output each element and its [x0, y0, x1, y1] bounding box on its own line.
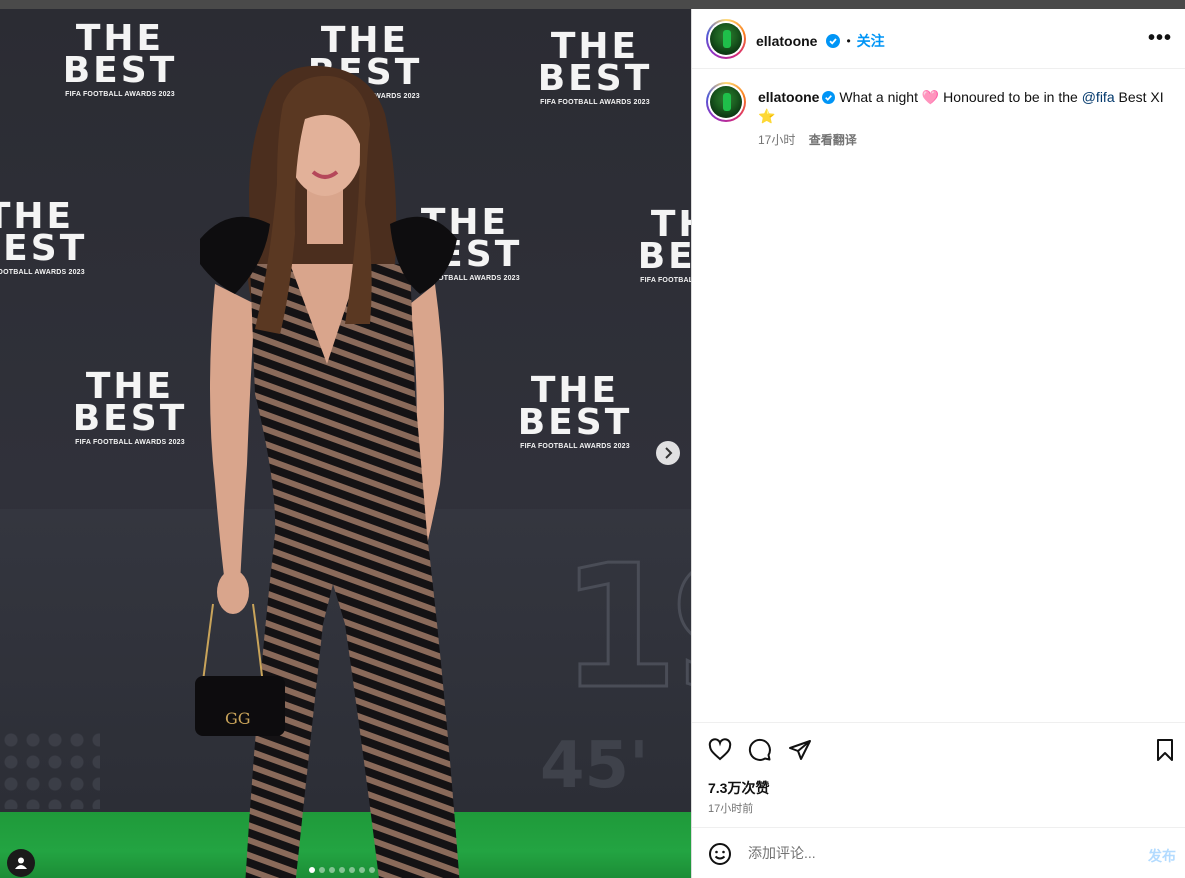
post-photo[interactable]: 19 45' THEBESTFIFA FOOTBALL AWARDS 2023 …: [0, 9, 691, 878]
caption-author-avatar[interactable]: [706, 82, 746, 122]
more-options-icon[interactable]: •••: [1148, 27, 1172, 50]
emoji-picker-icon[interactable]: [708, 842, 732, 866]
caption-text-end: Best XI: [1114, 89, 1164, 105]
the-best-logo: THEBESTFIFA FOOTBALL AWARDS 2023: [62, 18, 178, 99]
backdrop-number: 19: [559, 528, 691, 729]
comment-bar: 发布: [692, 827, 1185, 878]
carousel-dot: [309, 867, 315, 873]
post-caption: ellatoone What a night 🩷 Honoured to be …: [758, 88, 1168, 126]
like-heart-icon[interactable]: [708, 738, 732, 762]
author-avatar[interactable]: [706, 19, 746, 59]
the-best-logo: THEBESTFIFA FOOTBALL AWARDS 2023: [517, 370, 633, 451]
translate-link[interactable]: 查看翻译: [809, 133, 857, 147]
backdrop-small-number: 45': [540, 729, 649, 803]
user-tag-icon: [15, 857, 27, 869]
mention-link[interactable]: @fifa: [1082, 89, 1115, 105]
post-header: ellatoone • 关注 •••: [692, 9, 1185, 69]
backdrop-dots: [0, 729, 100, 809]
verified-badge-icon: [822, 91, 836, 104]
star-emoji: ⭐: [758, 108, 776, 124]
save-bookmark-icon[interactable]: [1154, 738, 1176, 762]
post-comment-button[interactable]: 发布: [1148, 846, 1176, 866]
window-top-bar: [0, 0, 1185, 9]
comment-input[interactable]: [748, 838, 1128, 868]
chevron-right-icon: [665, 447, 673, 459]
user-tag-button[interactable]: [7, 849, 35, 877]
post-timestamp[interactable]: 17小时前: [708, 800, 753, 816]
carousel-dot: [329, 867, 335, 873]
carousel-indicator: [309, 867, 375, 873]
carousel-dot: [339, 867, 345, 873]
the-best-logo: THEBESTFIFA FOOTBALL AWARDS 2023: [72, 366, 188, 447]
post-side-panel: ellatoone • 关注 ••• ellatoone What a nigh…: [691, 9, 1185, 878]
svg-text:GG: GG: [225, 709, 251, 728]
author-username[interactable]: ellatoone: [756, 33, 817, 49]
carousel-dot: [369, 867, 375, 873]
caption-time[interactable]: 17小时: [758, 133, 795, 147]
caption-username[interactable]: ellatoone: [758, 89, 819, 105]
next-photo-button[interactable]: [656, 441, 680, 465]
like-count[interactable]: 7.3万次赞: [708, 778, 769, 798]
post-actions: 7.3万次赞 17小时前: [692, 722, 1185, 827]
share-send-icon[interactable]: [788, 738, 812, 762]
carousel-dot: [319, 867, 325, 873]
comment-icon[interactable]: [748, 738, 772, 762]
caption-text: What a night 🩷 Honoured to be in the: [839, 89, 1082, 105]
header-separator: •: [846, 34, 851, 48]
the-best-logo: THEBESTFIFA FOOTBALL AWARDS 2023: [0, 196, 88, 277]
the-best-logo: THEBESTFIFA FOOTBALL AWARDS 2023: [537, 26, 653, 107]
the-best-logo: THEBESTFIFA FOOTBALL AWARDS 2023: [637, 204, 691, 285]
verified-badge-icon: [826, 34, 841, 48]
carousel-dot: [349, 867, 355, 873]
woman-in-black-jumpsuit: GG: [195, 65, 460, 878]
follow-button[interactable]: 关注: [857, 31, 885, 51]
carousel-dot: [359, 867, 365, 873]
caption-meta: 17小时 查看翻译: [758, 131, 857, 148]
